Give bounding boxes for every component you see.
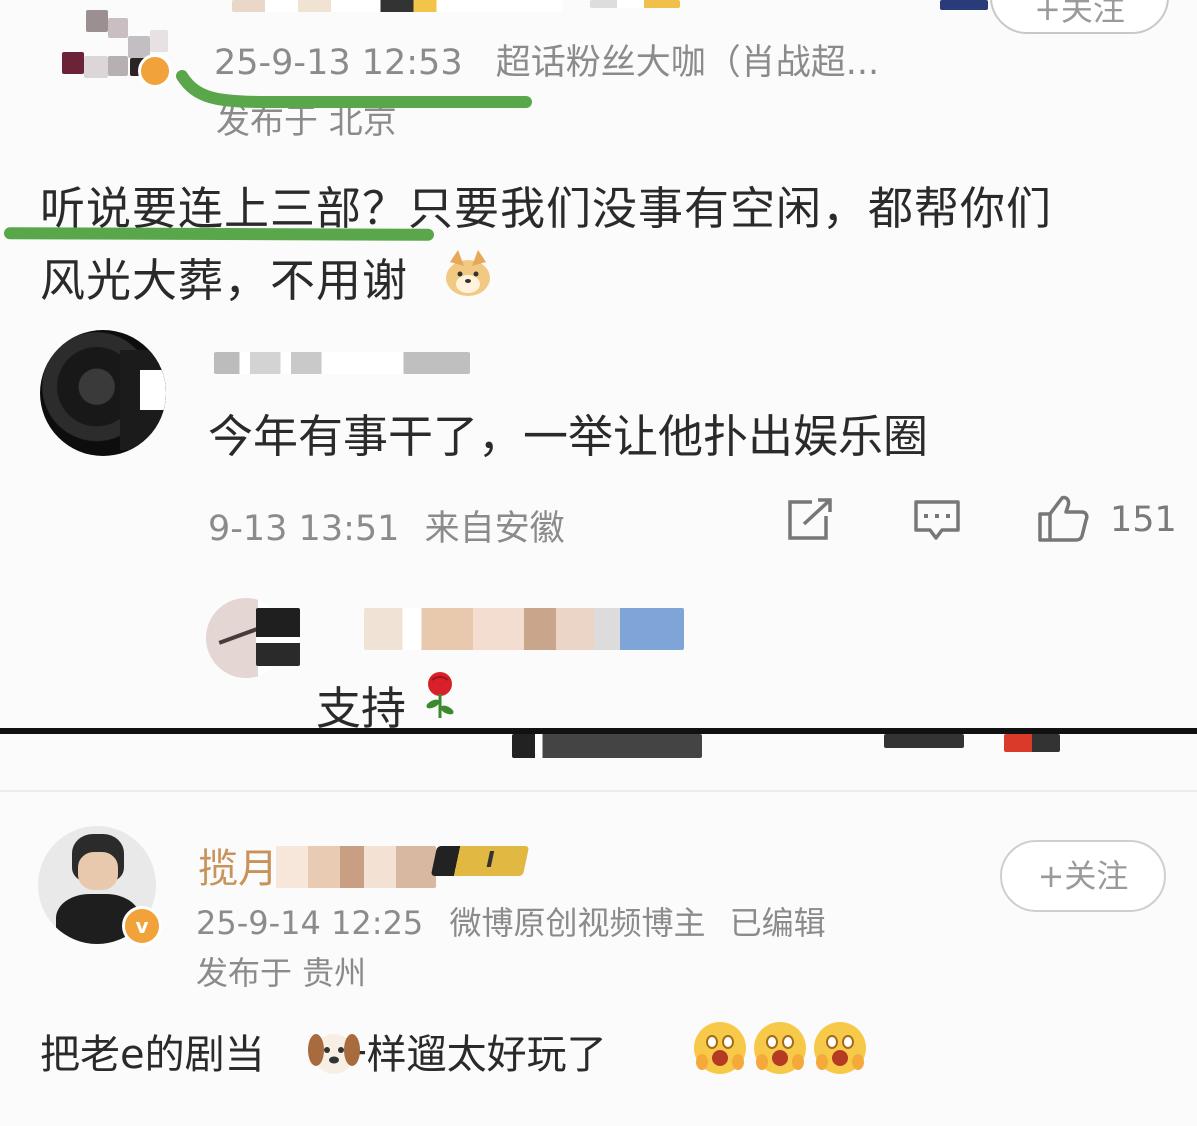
doge-emoji-icon bbox=[446, 250, 490, 296]
laughing-emoji-icon bbox=[694, 1022, 746, 1074]
like-icon[interactable] bbox=[1036, 494, 1090, 544]
level-badge: I bbox=[430, 846, 530, 876]
timestamp: 25-9-14 12:25 bbox=[196, 904, 424, 942]
header-separator bbox=[0, 790, 1197, 792]
dog-emoji-icon bbox=[308, 1034, 360, 1074]
reply-text: 今年有事干了，一举让他扑出娱乐圈 bbox=[208, 410, 929, 463]
verified-badge-icon: v bbox=[122, 906, 162, 946]
reply-meta: 9-13 13:51 来自安徽 bbox=[208, 500, 565, 551]
content-rest: 只要我们没事有空闲，都帮你们 bbox=[408, 182, 1053, 235]
blurred-username-reply[interactable] bbox=[214, 352, 470, 374]
follow-button-bottom[interactable]: +关注 bbox=[1000, 840, 1166, 912]
green-annotation-stroke-top bbox=[176, 70, 532, 108]
avatar-top-post[interactable] bbox=[62, 0, 192, 88]
follow-button-top[interactable]: +关注 bbox=[990, 0, 1169, 34]
content-part-a: 把老e的剧当 bbox=[40, 1032, 265, 1078]
share-icon[interactable] bbox=[786, 498, 834, 542]
edited-label: 已编辑 bbox=[729, 904, 826, 942]
rose-emoji-icon bbox=[426, 672, 454, 718]
comment-icon[interactable] bbox=[912, 498, 962, 544]
source-label: 微博原创视频博主 bbox=[449, 904, 706, 942]
username-prefix: 揽月 bbox=[198, 846, 278, 892]
blurred-username-bottom bbox=[276, 846, 436, 888]
bottom-username[interactable]: 揽月 bbox=[198, 836, 278, 894]
blurred-username-top bbox=[232, 0, 562, 12]
reply-location: 来自安徽 bbox=[424, 509, 565, 549]
laughing-emoji-icon bbox=[754, 1022, 806, 1074]
blurred-badge-top bbox=[590, 0, 680, 8]
green-underline-content bbox=[3, 227, 435, 241]
blurred-header-fragment bbox=[512, 734, 702, 758]
content-part-b: 一样遛太好玩了 bbox=[326, 1032, 607, 1078]
blurred-icon-top bbox=[940, 0, 988, 10]
like-count: 151 bbox=[1110, 500, 1177, 540]
laughing-emoji-icon bbox=[814, 1022, 866, 1074]
location-bottom: 发布于 贵州 bbox=[196, 954, 367, 992]
post-content-line2: 风光大葬，不用谢 bbox=[40, 254, 409, 307]
follow-label: +关注 bbox=[1037, 857, 1129, 895]
blurred-username-sub-reply[interactable] bbox=[364, 608, 684, 650]
blurred-header-fragment-2 bbox=[884, 734, 964, 748]
avatar-reply[interactable] bbox=[40, 330, 166, 456]
blurred-header-fragment-3 bbox=[1004, 734, 1060, 752]
fan-badge-text[interactable]: 超话粉丝大咖（肖战超... bbox=[496, 43, 879, 83]
verified-badge-icon bbox=[138, 54, 172, 88]
blurred-avatar-strip bbox=[256, 608, 300, 666]
post-meta-bottom: 25-9-14 12:25 微博原创视频博主 已编辑 bbox=[196, 898, 826, 944]
follow-label: +关注 bbox=[1034, 0, 1125, 28]
reply-timestamp: 9-13 13:51 bbox=[208, 509, 400, 549]
